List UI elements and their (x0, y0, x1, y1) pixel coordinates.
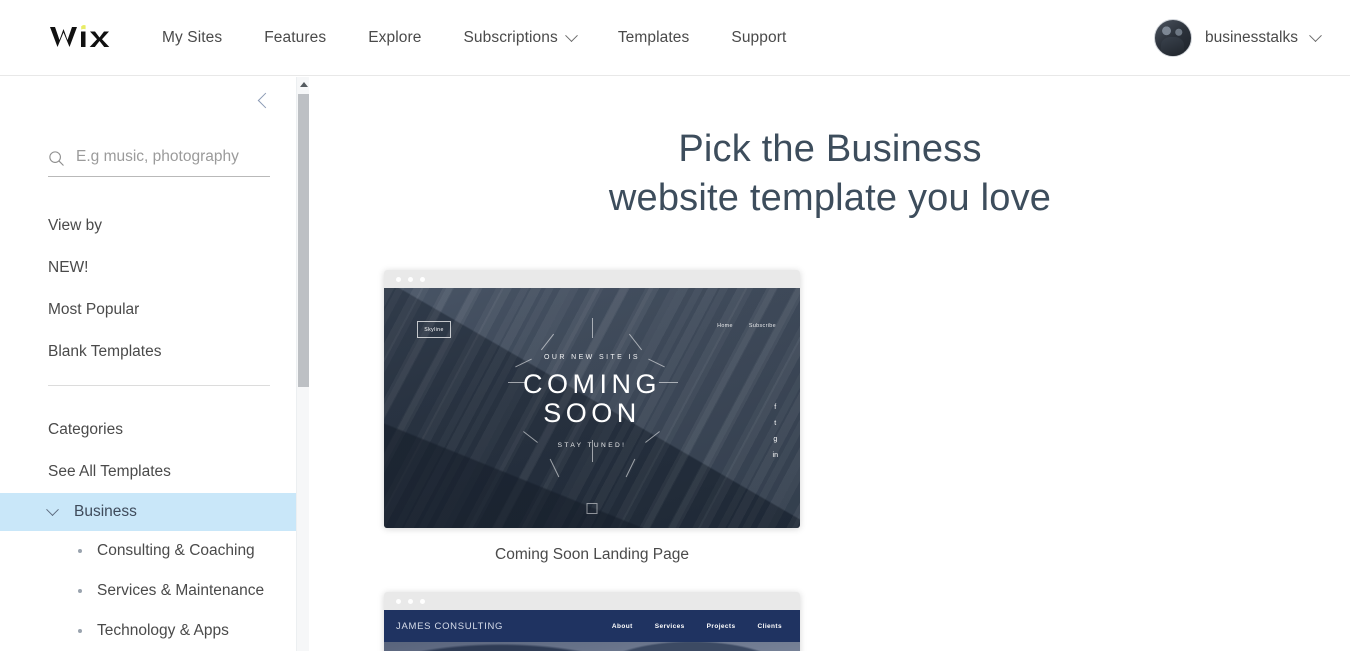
chevron-down-icon (1309, 28, 1322, 42)
template-heading-line1: COMING (523, 369, 661, 399)
nav-item-label: My Sites (162, 29, 223, 46)
view-by-list: View by NEW! Most Popular Blank Template… (0, 205, 296, 373)
template-card-caption: Coming Soon Landing Page (495, 546, 689, 563)
hero-photo-snow-mountain (384, 642, 800, 651)
nav-item-features[interactable]: Features (264, 29, 326, 47)
scrollbar-thumb[interactable] (298, 94, 309, 387)
template-brand: JAMES CONSULTING (396, 621, 503, 632)
page-title: Pick the Business website template you l… (310, 125, 1350, 223)
template-nav-item: Clients (757, 622, 782, 630)
sidebar-divider (48, 385, 270, 386)
chevron-down-icon (564, 28, 578, 42)
page-title-line1: Pick the Business (678, 128, 982, 170)
coming-soon-text-block: OUR NEW SITE IS COMING SOON STAY TUNED! (384, 354, 800, 449)
template-header-bar: JAMES CONSULTING About Services Projects… (384, 610, 800, 642)
template-nav-item: Projects (706, 622, 736, 630)
sidebar-item-new[interactable]: NEW! (0, 247, 296, 289)
twitter-icon: t (774, 420, 777, 427)
chrome-dot-icon (396, 276, 401, 282)
sidebar-heading-categories[interactable]: Categories (0, 409, 296, 451)
template-preview-frame[interactable]: JAMES CONSULTING About Services Projects… (384, 592, 800, 651)
google-plus-icon: g (773, 436, 778, 443)
sidebar-scrollbar[interactable] (296, 77, 309, 651)
chevron-down-icon (46, 502, 59, 516)
template-pre-heading: OUR NEW SITE IS (544, 354, 640, 361)
nav-item-label: Templates (617, 29, 690, 46)
wix-logo-icon (50, 24, 110, 47)
chrome-dot-icon (408, 598, 413, 604)
sidebar: View by NEW! Most Popular Blank Template… (0, 77, 296, 651)
template-post-heading: STAY TUNED! (557, 442, 627, 449)
nav-item-label: Features (264, 29, 327, 46)
wix-logo[interactable] (48, 20, 118, 54)
template-grid: Skyline Home Subscribe OUR NEW SITE IS C… (310, 270, 1350, 651)
page-title-line2: website template you love (608, 177, 1052, 219)
top-header: My Sites Features Explore Subscriptions … (0, 0, 1350, 76)
browser-chrome (384, 592, 800, 610)
template-logo: Skyline (417, 321, 451, 338)
triangle-up-icon (299, 81, 308, 87)
categories-list: Categories See All Templates Business Co… (0, 409, 296, 651)
search-field[interactable] (48, 141, 270, 177)
nav-item-explore[interactable]: Explore (368, 29, 421, 47)
chrome-dot-icon (420, 276, 425, 282)
template-nav-item: Home (717, 323, 733, 329)
template-nav-item: Subscribe (748, 323, 776, 329)
sidebar-item-most-popular[interactable]: Most Popular (0, 289, 296, 331)
template-brand-light: CONSULTING (434, 620, 504, 632)
chevron-left-icon (257, 92, 273, 108)
ray-icon (592, 318, 593, 338)
template-preview-frame[interactable]: Skyline Home Subscribe OUR NEW SITE IS C… (384, 270, 800, 528)
chrome-dot-icon (420, 598, 425, 604)
bullet-icon (78, 589, 82, 593)
sidebar-item-business[interactable]: Business (0, 493, 296, 531)
scroll-down-icon (586, 503, 598, 514)
sidebar-item-services-maintenance[interactable]: Services & Maintenance (0, 571, 296, 611)
nav-item-label: Support (731, 29, 787, 46)
chrome-dot-icon (396, 598, 401, 604)
nav-item-subscriptions[interactable]: Subscriptions (463, 28, 578, 47)
template-nav-item: Services (654, 622, 685, 630)
collapse-sidebar-button[interactable] (250, 85, 280, 115)
main-content: Pick the Business website template you l… (310, 77, 1350, 651)
avatar (1153, 19, 1192, 57)
account-name: businesstalks (1204, 29, 1298, 46)
template-nav: About Services Projects Clients (612, 623, 782, 630)
nav-item-label: Subscriptions (463, 29, 558, 46)
sidebar-item-label: Business (74, 503, 137, 520)
account-menu[interactable]: businesstalks (1153, 0, 1322, 76)
nav-item-my-sites[interactable]: My Sites (162, 29, 222, 47)
template-card-the-consultant[interactable]: JAMES CONSULTING About Services Projects… (384, 592, 800, 651)
sidebar-subitem-label: Consulting & Coaching (97, 542, 255, 559)
nav-item-support[interactable]: Support (731, 29, 786, 47)
scroll-up-button[interactable] (297, 77, 310, 91)
sidebar-item-view-by[interactable]: View by (0, 205, 296, 247)
chrome-dot-icon (408, 276, 413, 282)
social-icons: f t g in (773, 404, 778, 459)
sidebar-item-see-all-templates[interactable]: See All Templates (0, 451, 296, 493)
sidebar-subitem-label: Services & Maintenance (97, 582, 265, 599)
template-brand-bold: JAMES (396, 620, 432, 632)
browser-chrome (384, 270, 800, 288)
instagram-icon: in (772, 452, 778, 459)
sidebar-item-blank-templates[interactable]: Blank Templates (0, 331, 296, 373)
template-screenshot: JAMES CONSULTING About Services Projects… (384, 610, 800, 651)
search-input[interactable] (76, 148, 270, 169)
sidebar-item-technology-apps[interactable]: Technology & Apps (0, 611, 296, 651)
sidebar-subitem-label: Technology & Apps (97, 622, 229, 639)
template-card-coming-soon[interactable]: Skyline Home Subscribe OUR NEW SITE IS C… (384, 270, 800, 564)
nav-item-templates[interactable]: Templates (618, 29, 690, 47)
sidebar-item-consulting-coaching[interactable]: Consulting & Coaching (0, 531, 296, 571)
template-screenshot: Skyline Home Subscribe OUR NEW SITE IS C… (384, 288, 800, 528)
bullet-icon (78, 549, 82, 553)
facebook-icon: f (774, 404, 777, 411)
template-heading-line2: SOON (543, 398, 641, 428)
bullet-icon (78, 629, 82, 633)
nav-item-label: Explore (368, 29, 422, 46)
search-icon (49, 151, 64, 166)
main-navigation: My Sites Features Explore Subscriptions … (162, 0, 828, 76)
template-nav-item: About (611, 622, 633, 630)
template-nav: Home Subscribe (717, 323, 776, 329)
